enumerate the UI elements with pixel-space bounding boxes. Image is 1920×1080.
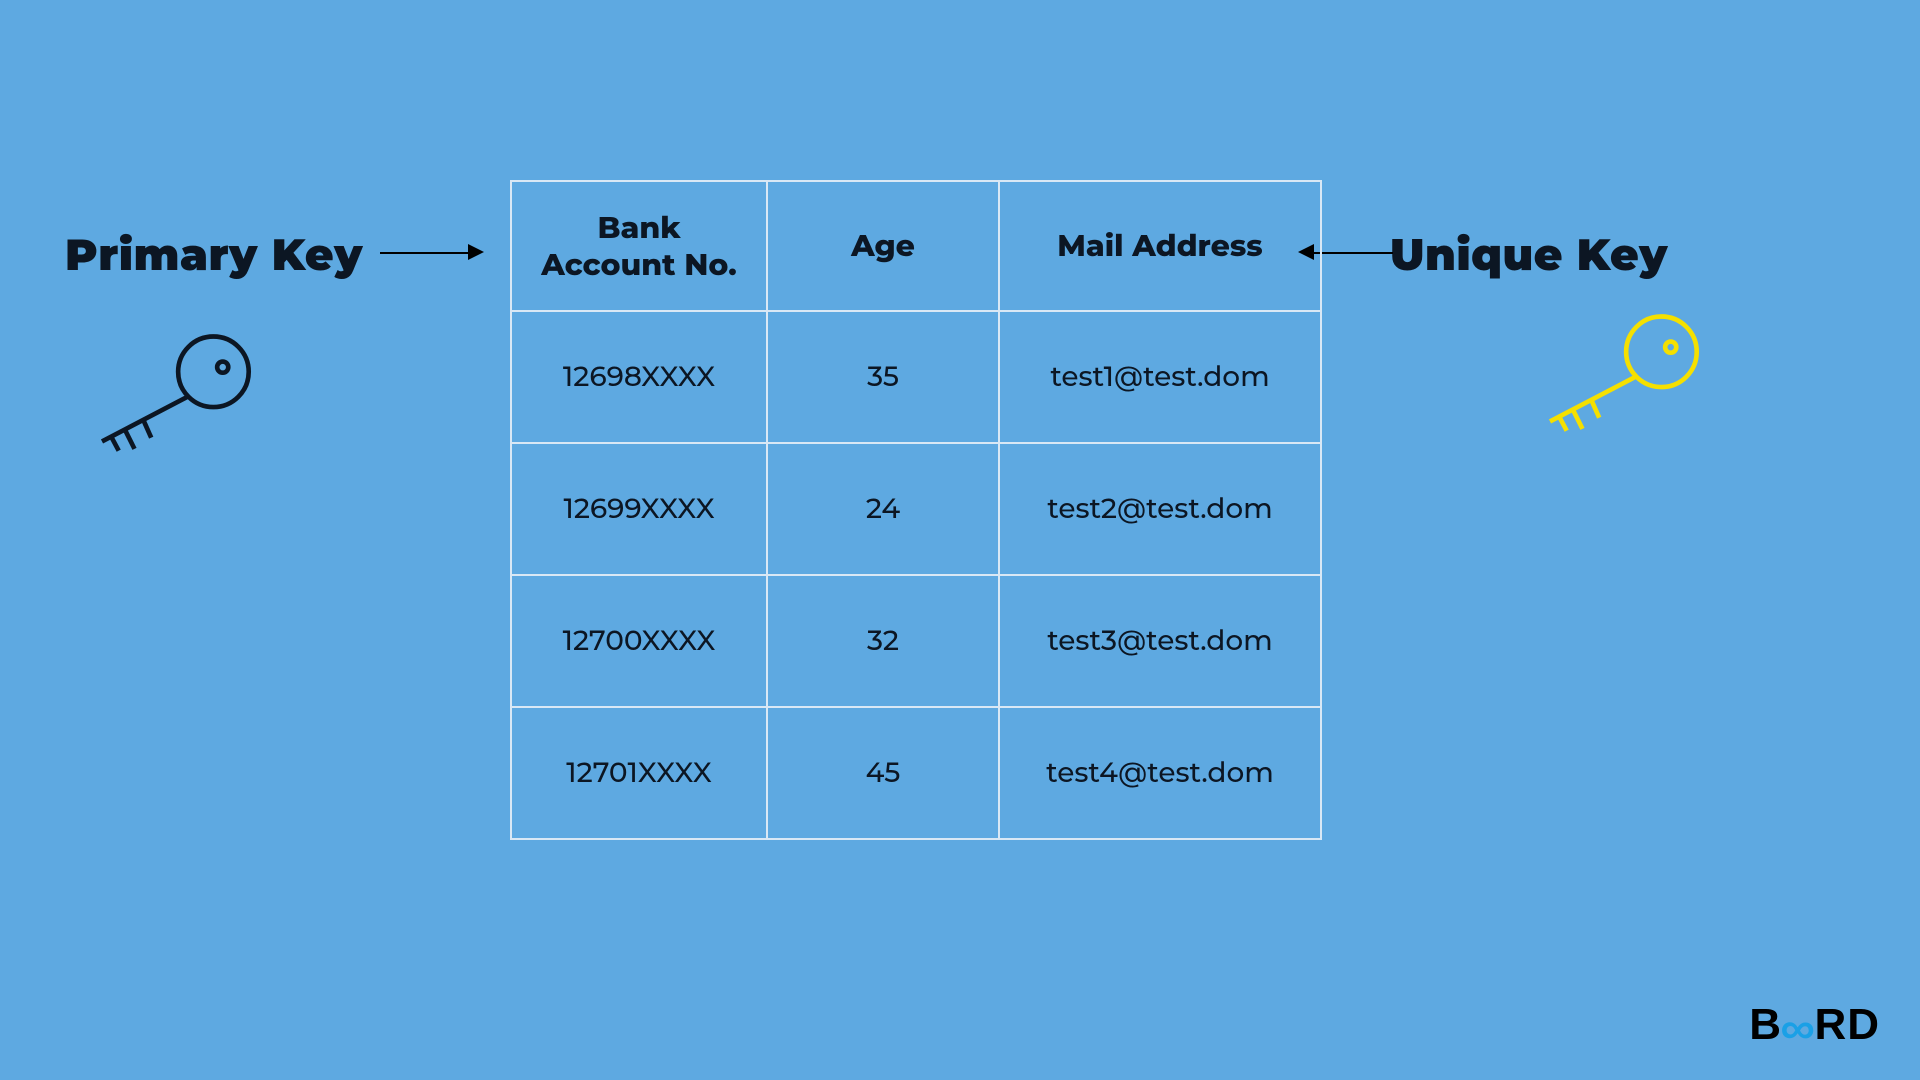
key-icon [1520,310,1710,440]
logo-letters-rd: RD [1814,1000,1880,1049]
sample-table: BankAccount No. Age Mail Address 12698XX… [510,180,1322,840]
cell-mail: test4@test.dom [999,707,1321,839]
cell-age: 24 [767,443,999,575]
cell-age: 35 [767,311,999,443]
table-header-row: BankAccount No. Age Mail Address [511,181,1321,311]
cell-age: 32 [767,575,999,707]
board-logo: B∞RD [1749,1000,1880,1050]
cell-bank: 12698XXXX [511,311,767,443]
table-row: 12698XXXX 35 test1@test.dom [511,311,1321,443]
col-header-age: Age [767,181,999,311]
cell-bank: 12699XXXX [511,443,767,575]
key-icon [72,330,262,460]
logo-letter-b: B [1749,1000,1782,1049]
arrow-to-primary-column [380,252,470,254]
cell-mail: test3@test.dom [999,575,1321,707]
primary-key-label: Primary Key [65,228,363,282]
col-header-bank: BankAccount No. [511,181,767,311]
unique-key-label: Unique Key [1390,228,1668,282]
cell-bank: 12701XXXX [511,707,767,839]
arrow-to-unique-column [1313,252,1393,254]
infinity-icon: ∞ [1780,1004,1816,1054]
table-row: 12699XXXX 24 test2@test.dom [511,443,1321,575]
cell-age: 45 [767,707,999,839]
cell-mail: test1@test.dom [999,311,1321,443]
cell-bank: 12700XXXX [511,575,767,707]
diagram-canvas: Primary Key Unique Key BankAccount No. A… [0,0,1920,1080]
table-row: 12701XXXX 45 test4@test.dom [511,707,1321,839]
cell-mail: test2@test.dom [999,443,1321,575]
col-header-mail: Mail Address [999,181,1321,311]
table-row: 12700XXXX 32 test3@test.dom [511,575,1321,707]
arrow-head-right-icon [468,244,484,260]
